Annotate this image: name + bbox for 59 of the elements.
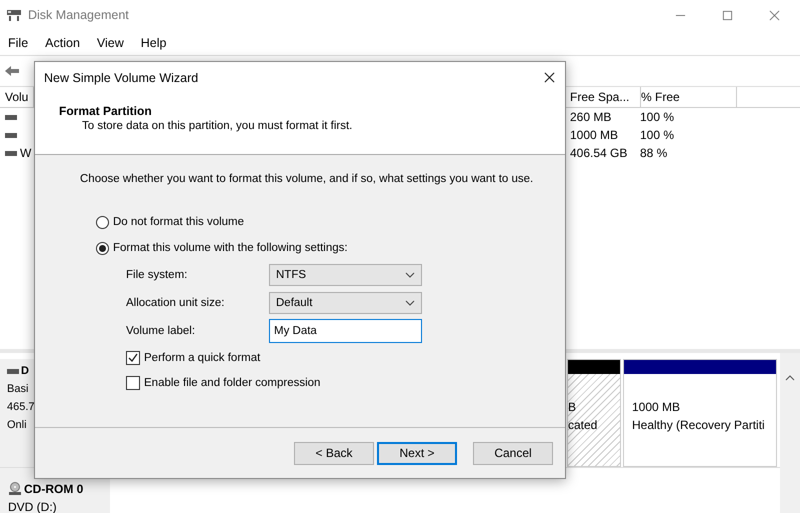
dialog-button[interactable]: < Back xyxy=(294,442,374,464)
partition-info: 1000 MB xyxy=(632,399,682,416)
disk-info: 465.7 xyxy=(7,400,36,415)
menu-item[interactable]: View xyxy=(96,36,124,50)
close-icon[interactable] xyxy=(544,72,555,83)
field-label: Volume label: xyxy=(126,325,196,337)
dropdown[interactable]: Default xyxy=(269,292,422,314)
disk-name: CD-ROM 0 xyxy=(24,481,84,498)
chevron-down-icon xyxy=(405,272,415,278)
drive-icon xyxy=(5,132,17,138)
radio-button[interactable] xyxy=(96,216,109,228)
radio-label: Format this volume with the following settings: xyxy=(113,242,348,254)
input-field[interactable]: My Data xyxy=(269,319,422,343)
instruction-text: Choose whether you want to format this volume, and if so, what settings you want to use. xyxy=(80,173,534,185)
checkbox-label: Perform a quick format xyxy=(144,352,260,364)
disk-name: D xyxy=(21,364,29,379)
partition-info: Healthy (Recovery Partiti xyxy=(632,417,766,434)
column-header[interactable]: % Free xyxy=(641,87,737,107)
drive-icon xyxy=(5,114,17,120)
scrollbar[interactable] xyxy=(780,353,800,513)
window-title: Disk Management xyxy=(28,8,130,22)
table-cell: W xyxy=(20,146,32,160)
cd-drive-icon xyxy=(8,482,22,496)
partition-block[interactable]: 1000 MB Healthy (Recovery Partiti xyxy=(623,359,777,467)
column-header[interactable]: Free Spa... xyxy=(570,87,641,107)
disk-info: Basi xyxy=(7,382,30,397)
dialog-title: New Simple Volume Wizard xyxy=(44,70,198,84)
back-arrow-icon[interactable] xyxy=(4,65,20,77)
page-subtitle: To store data on this partition, you must format it first. xyxy=(81,120,354,132)
chevron-down-icon xyxy=(405,300,415,306)
menu-item[interactable]: File xyxy=(8,36,28,50)
table-cell-text: 88 % xyxy=(640,146,668,160)
partition-info: cated xyxy=(568,417,598,434)
scroll-up-icon[interactable] xyxy=(785,375,795,381)
disk-info: Onli xyxy=(7,418,28,433)
partition-header-bar xyxy=(568,360,620,374)
radio-button[interactable] xyxy=(96,242,109,254)
drive-icon xyxy=(5,150,17,156)
app-icon xyxy=(6,8,22,22)
table-cell-text: 406.54 GB xyxy=(570,146,628,160)
radio-label: Do not format this volume xyxy=(113,216,244,228)
maximize-icon[interactable] xyxy=(722,10,733,20)
dropdown[interactable]: NTFS xyxy=(269,264,422,286)
dialog-button[interactable]: Next > xyxy=(377,442,457,464)
table-cell-text: 1000 MB xyxy=(570,128,620,142)
checkbox-label: Enable file and folder compression xyxy=(144,376,320,388)
table-cell-text: 100 % xyxy=(640,110,676,124)
field-label: Allocation unit size: xyxy=(126,297,226,309)
menu-item[interactable]: Action xyxy=(45,36,80,50)
partition-info: B xyxy=(568,399,578,416)
page-heading: Format Partition xyxy=(59,104,153,118)
table-cell-text: 260 MB xyxy=(570,110,612,124)
table-cell-text: 100 % xyxy=(640,128,676,142)
dialog-button[interactable]: Cancel xyxy=(473,442,553,464)
checkbox[interactable] xyxy=(126,350,140,364)
partition-block[interactable]: B cated xyxy=(567,359,621,467)
menu-item[interactable]: Help xyxy=(140,36,166,50)
field-label: File system: xyxy=(126,269,188,281)
checkbox[interactable] xyxy=(126,376,140,390)
